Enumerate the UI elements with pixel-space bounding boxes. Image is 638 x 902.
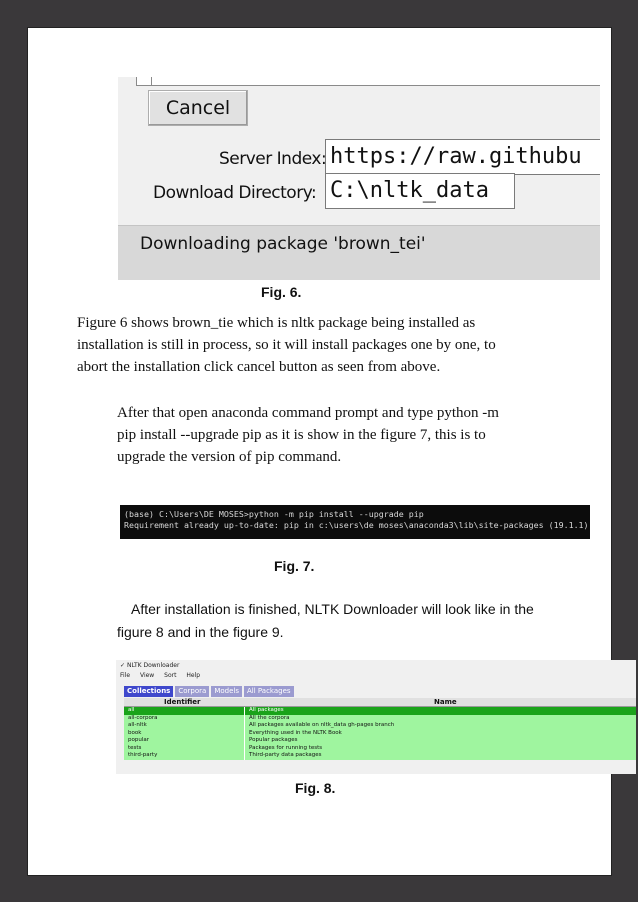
menu-file[interactable]: File xyxy=(120,672,130,679)
tab-collections[interactable]: Collections xyxy=(124,686,174,697)
column-identifier[interactable]: Identifier xyxy=(164,698,200,706)
row-name: Packages for running tests xyxy=(244,744,322,752)
table-rows: all All packages all-corpora All the corpo… xyxy=(124,707,636,760)
row-identifier: book xyxy=(128,729,142,736)
status-bar: Downloading package 'brown_tei' xyxy=(118,225,600,280)
row-name: All the corpora xyxy=(244,714,289,722)
fig6-caption: Fig. 6. xyxy=(261,284,302,300)
terminal-line: Requirement already up-to-date: pip in c… xyxy=(124,520,589,530)
row-name: Popular packages xyxy=(244,737,297,745)
document-page: Cancel Server Index: https://raw.githubu… xyxy=(27,27,636,876)
row-name: All packages xyxy=(244,707,284,715)
feather-icon: ✓ xyxy=(120,662,126,669)
paragraph-downloader-intro: After installation is finished, NLTK Dow… xyxy=(90,598,534,644)
row-name: All packages available on nltk_data gh-p… xyxy=(244,722,394,730)
text-line: abort the installation click cancel butt… xyxy=(77,359,441,375)
server-index-label: Server Index: xyxy=(219,149,327,169)
menu-bar: File View Sort Help xyxy=(116,671,636,681)
tab-bar: Collections Corpora Models All Packages xyxy=(124,686,294,697)
table-row[interactable]: third-party Third-party data packages xyxy=(124,752,636,760)
table-row[interactable]: popular Popular packages xyxy=(124,737,636,745)
menu-view[interactable]: View xyxy=(140,672,154,679)
paragraph-pip-upgrade: After that open anaconda command prompt … xyxy=(117,402,499,468)
menu-help[interactable]: Help xyxy=(186,672,200,679)
tab-corpora[interactable]: Corpora xyxy=(175,686,210,697)
window-title: NLTK Downloader xyxy=(126,662,180,669)
terminal-line: (base) C:\Users\DE MOSES>python -m pip i… xyxy=(124,509,424,519)
list-box-edge xyxy=(136,77,600,86)
window-title-bar: ✓ NLTK Downloader xyxy=(116,660,636,671)
row-identifier: all-corpora xyxy=(128,714,158,721)
row-identifier: all-nltk xyxy=(128,722,147,728)
text-line: Figure 6 shows brown_tie which is nltk p… xyxy=(77,315,476,331)
text-line: figure 8 and in the figure 9. xyxy=(117,624,284,640)
server-index-input[interactable]: https://raw.githubu xyxy=(325,139,600,175)
table-row[interactable]: book Everything used in the NLTK Book xyxy=(124,729,636,737)
row-name: Everything used in the NLTK Book xyxy=(244,729,342,737)
table-header: Identifier Name xyxy=(124,698,636,707)
fig8-caption: Fig. 8. xyxy=(295,780,336,796)
row-identifier: third-party xyxy=(128,752,158,758)
text-line: After installation is finished, NLTK Dow… xyxy=(131,601,534,617)
download-directory-input[interactable]: C:\nltk_data xyxy=(325,173,515,209)
row-identifier: popular xyxy=(128,737,149,743)
row-identifier: tests xyxy=(128,744,142,751)
download-directory-label: Download Directory: xyxy=(153,183,317,203)
terminal-output: (base) C:\Users\DE MOSES>python -m pip i… xyxy=(120,505,590,539)
table-row[interactable]: all All packages xyxy=(124,707,636,715)
packages-table: Identifier Name all All packages all-corp… xyxy=(124,698,636,774)
row-name: Third-party data packages xyxy=(244,752,322,760)
column-name[interactable]: Name xyxy=(434,698,457,706)
tab-models[interactable]: Models xyxy=(211,686,242,697)
fig8-nltk-downloader-screenshot: ✓ NLTK Downloader File View Sort Help Co… xyxy=(116,660,636,774)
table-row[interactable]: all-nltk All packages available on nltk_d… xyxy=(124,722,636,730)
text-line: After that open anaconda command prompt … xyxy=(117,405,499,421)
fig7-caption: Fig. 7. xyxy=(274,558,315,574)
tab-all-packages[interactable]: All Packages xyxy=(243,686,294,697)
table-row[interactable]: tests Packages for running tests xyxy=(124,744,636,752)
paragraph-fig6-description: Figure 6 shows brown_tie which is nltk p… xyxy=(77,312,496,378)
row-identifier: all xyxy=(128,707,135,713)
text-line: installation is still in process, so it … xyxy=(77,337,496,353)
text-line: upgrade the version of pip command. xyxy=(117,449,342,465)
text-line: pip install --upgrade pip as it is show … xyxy=(117,427,486,443)
table-row[interactable]: all-corpora All the corpora xyxy=(124,714,636,722)
fig6-screenshot: Cancel Server Index: https://raw.githubu… xyxy=(118,77,600,280)
cancel-button[interactable]: Cancel xyxy=(148,90,248,126)
menu-sort[interactable]: Sort xyxy=(164,672,176,679)
fig7-terminal-screenshot: (base) C:\Users\DE MOSES>python -m pip i… xyxy=(120,485,600,553)
